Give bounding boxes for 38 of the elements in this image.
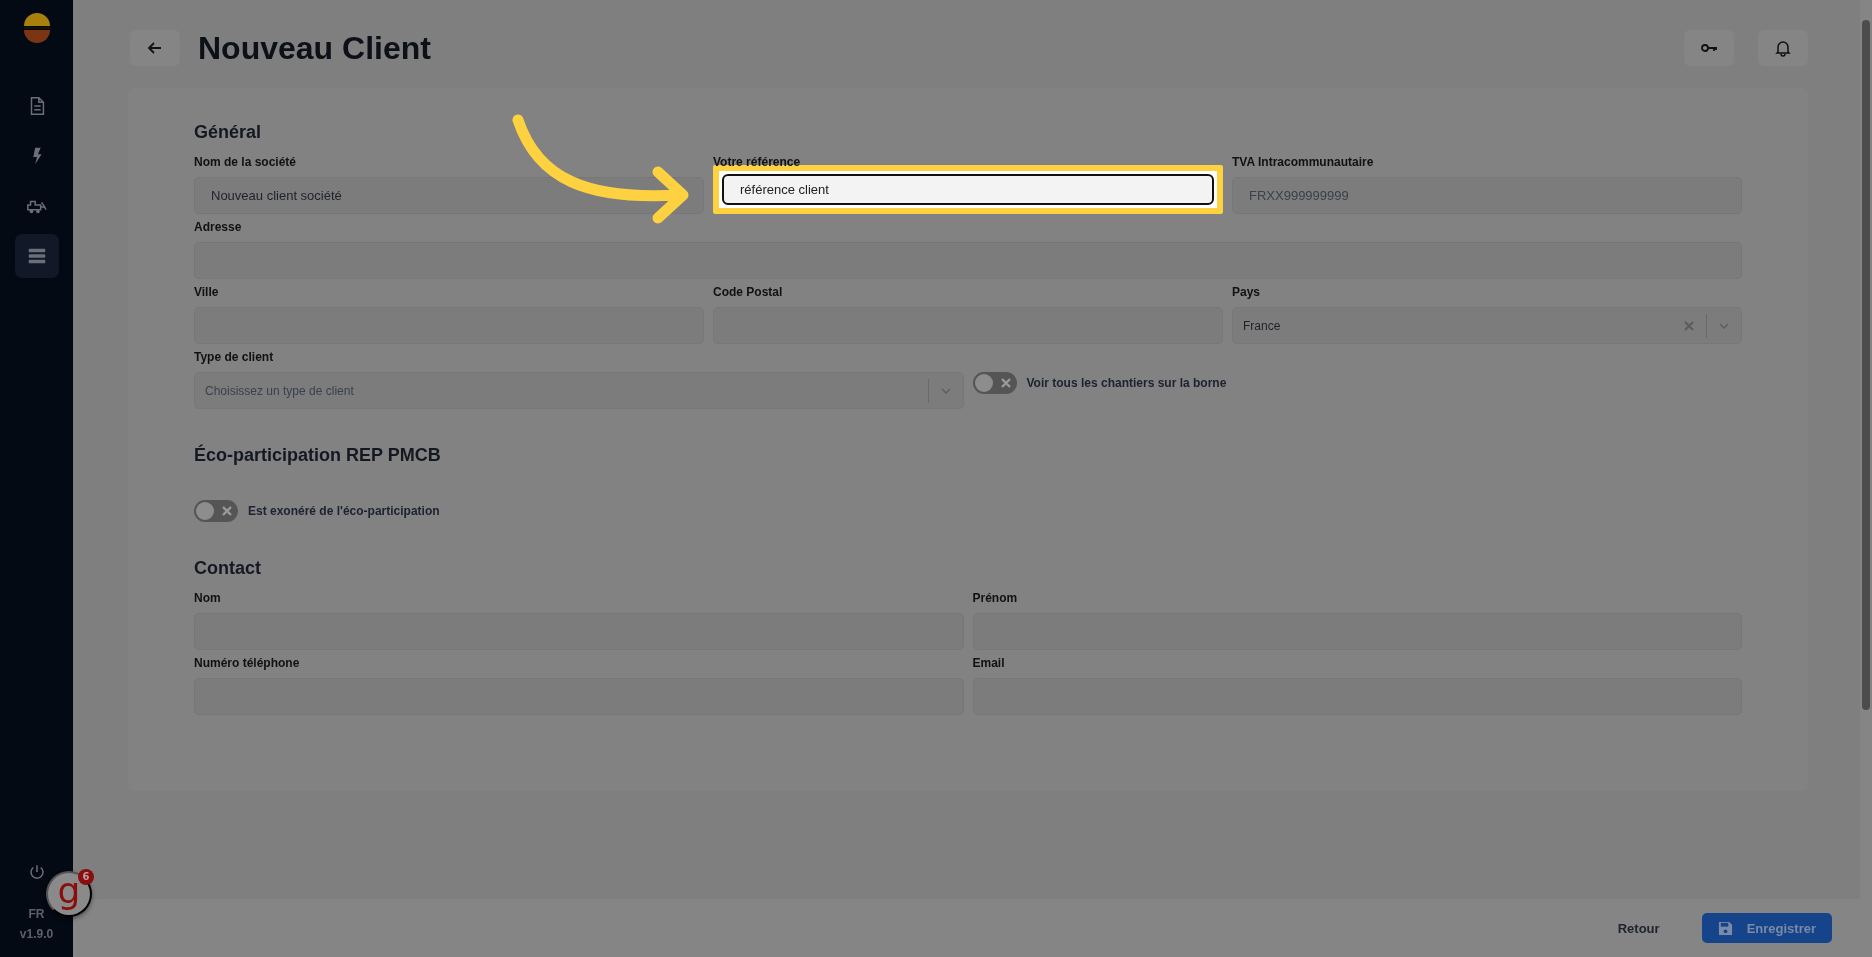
toggle-label: Est exonéré de l'éco-participation — [248, 504, 440, 518]
text-field[interactable]: Nouveau client société — [194, 177, 704, 214]
page-title: Nouveau Client — [198, 29, 432, 67]
field-label: Nom — [194, 591, 222, 605]
bell-icon — [1774, 39, 1792, 57]
version-label: v1.9.0 — [19, 927, 54, 941]
nav-item[interactable] — [14, 234, 59, 278]
toggle-switch[interactable] — [972, 372, 1017, 394]
notification-button[interactable] — [1758, 30, 1808, 66]
toggle-switch[interactable] — [194, 500, 238, 522]
notification-count: 6 — [78, 869, 94, 885]
field-label: Ville — [194, 285, 220, 299]
field-label: Pays — [1232, 285, 1262, 299]
select-field[interactable]: Choisissez un type de client — [194, 372, 964, 409]
field-label: Prénom — [972, 591, 1019, 605]
field-label: Numéro téléphone — [194, 656, 301, 670]
field-label: Adresse — [194, 220, 243, 234]
field-label: Email — [972, 656, 1006, 670]
section-title: Éco-participation REP PMCB — [194, 445, 442, 466]
text-field[interactable]: référence client — [722, 174, 1214, 205]
cross-icon — [222, 506, 232, 516]
section-title: Général — [194, 122, 263, 143]
text-field[interactable]: FRXX999999999 — [1232, 177, 1742, 214]
back-link[interactable]: Retour — [1609, 914, 1668, 942]
clear-icon[interactable] — [1684, 320, 1694, 331]
key-button[interactable] — [1684, 30, 1734, 66]
language-label: FR — [28, 907, 45, 921]
field-label: Nom de la société — [194, 155, 298, 169]
field-label: Type de client — [194, 350, 275, 364]
power-icon[interactable] — [27, 863, 46, 881]
select-field[interactable]: France — [1232, 307, 1742, 344]
field-label: TVA Intracommunautaire — [1232, 155, 1375, 169]
toggle-label: Voir tous les chantiers sur la borne — [1026, 376, 1227, 390]
save-button[interactable]: Enregistrer — [1701, 913, 1832, 943]
back-button[interactable] — [130, 30, 180, 66]
cross-icon — [1000, 378, 1011, 388]
section-title: Contact — [194, 558, 262, 579]
field-label: Code Postal — [713, 285, 784, 299]
